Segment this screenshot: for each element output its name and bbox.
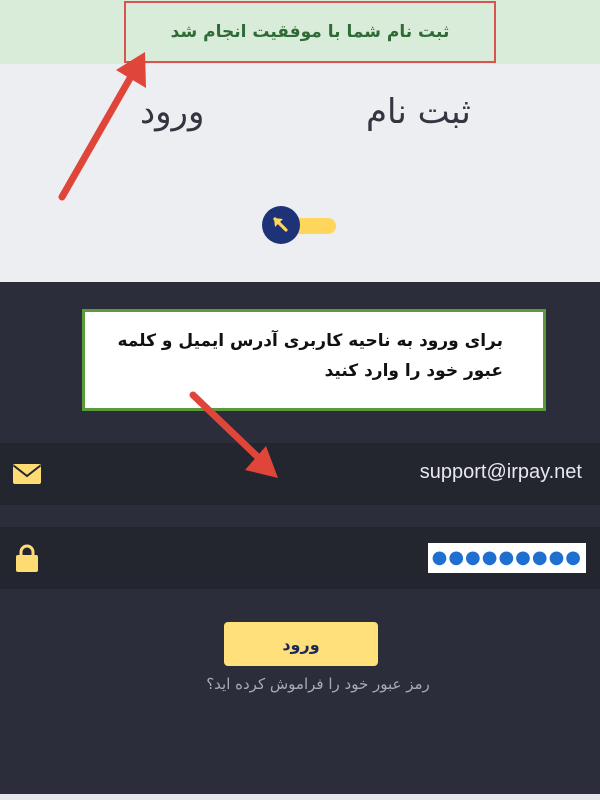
annotation-line-2: عبور خود را وارد کنید [324,361,503,381]
envelope-icon [12,459,42,489]
login-button[interactable]: ورود [224,622,378,666]
lock-icon [12,543,42,573]
email-value[interactable]: support@irpay.net [420,461,582,484]
email-field[interactable]: support@irpay.net [0,443,600,505]
forgot-password-link[interactable]: رمز عبور خود را فراموش کرده اید؟ [0,675,600,693]
bottom-divider [0,794,600,800]
success-message: ثبت نام شما با موفقیت انجام شد [124,1,496,63]
top-panel: ثبت نام شما با موفقیت انجام شد ورود ثبت … [0,0,600,282]
annotation-box: برای ورود به ناحیه کاربری آدرس ایمیل و ک… [82,309,546,411]
annotation-line-1: برای ورود به ناحیه کاربری آدرس ایمیل و ک… [117,331,503,351]
tab-login[interactable]: ورود [140,92,204,132]
arrow-up-left-icon [262,206,300,244]
mode-toggle[interactable] [262,204,338,244]
tab-register[interactable]: ثبت نام [366,92,471,132]
password-value[interactable]: ●●●●●●●●● [427,543,586,573]
password-field[interactable]: ●●●●●●●●● [0,527,600,589]
